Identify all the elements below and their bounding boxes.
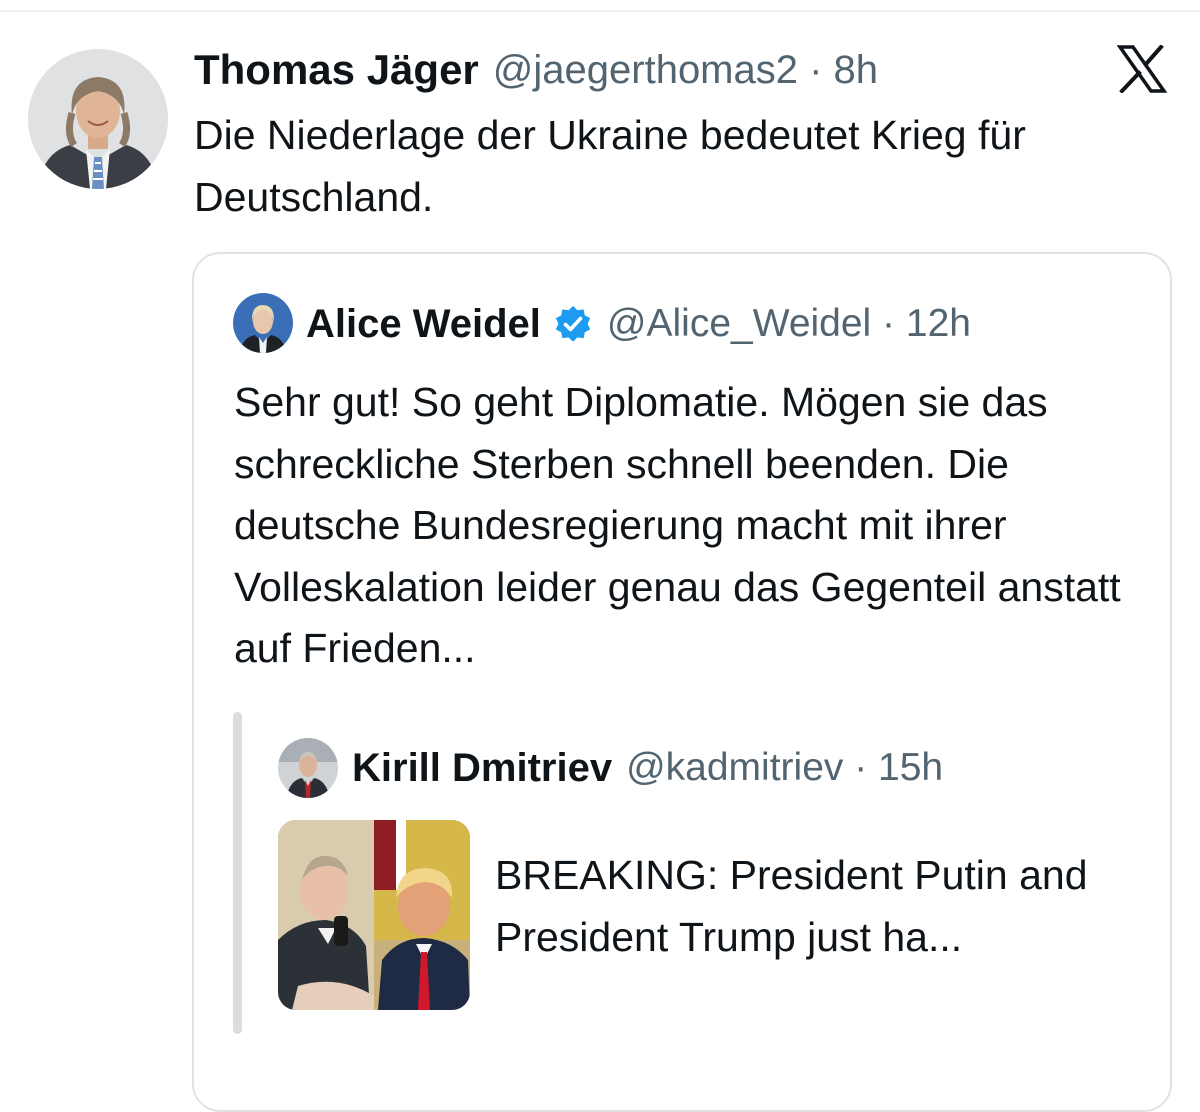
nested-media-thumbnail[interactable]: [278, 820, 470, 1010]
quoted-tweet-header: Alice Weidel @Alice_Weidel · 12h: [306, 296, 971, 352]
quoted-author-avatar[interactable]: [233, 293, 293, 353]
author-name[interactable]: Thomas Jäger: [194, 46, 479, 94]
quoted-author-handle-time[interactable]: @Alice_Weidel · 12h: [607, 302, 971, 346]
nested-author-handle-time[interactable]: @kadmitriev · 15h: [626, 746, 943, 790]
quoted-tweet-text: Sehr gut! So geht Diplomatie. Mögen sie …: [234, 379, 1121, 671]
avatar-photo: [233, 293, 293, 353]
nested-tweet-text: BREAKING: President Putin and President …: [495, 852, 1088, 960]
x-logo-icon[interactable]: [1116, 45, 1168, 93]
avatar-photo: [28, 49, 168, 189]
tweet-text: Die Niederlage der Ukraine bedeutet Krie…: [194, 112, 1026, 220]
news-photo: [278, 820, 470, 1010]
nested-author-avatar[interactable]: [278, 738, 338, 798]
verified-badge-icon: [555, 306, 591, 342]
top-divider: [0, 10, 1200, 12]
author-avatar[interactable]: [28, 49, 168, 189]
nested-quote-bar: [233, 712, 242, 1034]
quoted-author-name[interactable]: Alice Weidel: [306, 302, 541, 347]
author-handle-time[interactable]: @jaegerthomas2 · 8h: [493, 48, 878, 93]
nested-author-name[interactable]: Kirill Dmitriev: [352, 746, 612, 791]
avatar-photo: [278, 738, 338, 798]
nested-tweet-header: Kirill Dmitriev @kadmitriev · 15h: [352, 740, 943, 796]
tweet-header: Thomas Jäger @jaegerthomas2 · 8h: [194, 42, 878, 98]
